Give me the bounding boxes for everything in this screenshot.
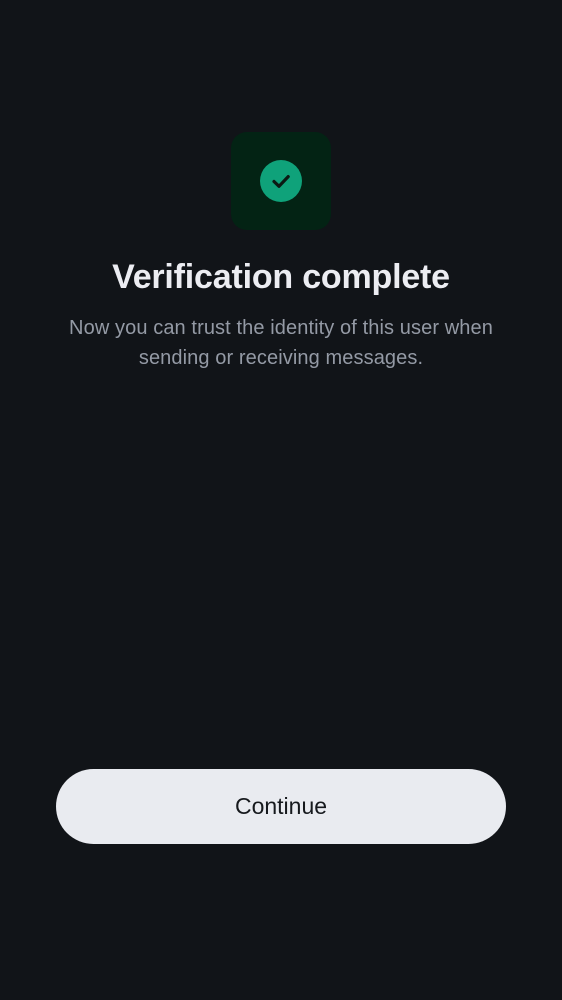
check-circle-icon — [260, 160, 302, 202]
verification-success-badge — [231, 132, 331, 230]
page-title: Verification complete — [112, 258, 450, 296]
continue-button[interactable]: Continue — [56, 769, 506, 844]
checkmark-icon — [272, 175, 290, 188]
verification-description: Now you can trust the identity of this u… — [69, 317, 493, 369]
